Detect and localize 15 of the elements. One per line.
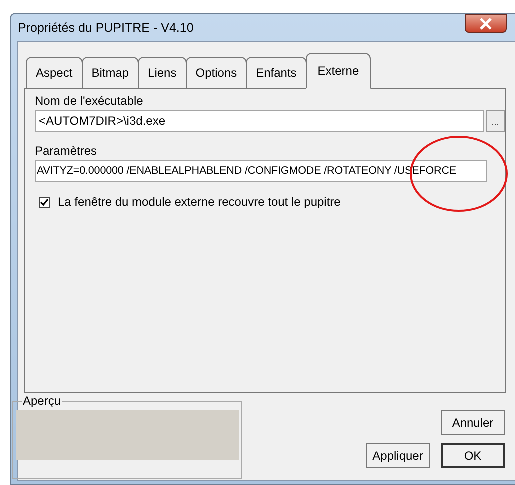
checkbox-label: La fenêtre du module externe recouvre tout le pupitre [58,195,341,209]
window-title: Propriétés du PUPITRE - V4.10 [17,20,194,34]
ok-button[interactable]: OK [441,443,505,468]
executable-field[interactable]: <AUTOM7DIR>\i3d.exe [35,110,484,132]
tab[interactable]: Aspect [26,57,83,88]
close-button[interactable] [465,14,507,33]
tab[interactable]: Externe [306,53,372,89]
checkbox[interactable] [39,196,50,208]
browse-button[interactable]: ... [486,110,505,132]
field-label: Paramètres [35,144,98,158]
apply-button[interactable]: Appliquer [366,443,430,468]
group-label: Aperçu [22,394,62,408]
field-label: Nom de l'exécutable [35,94,144,108]
cancel-button[interactable]: Annuler [441,410,505,435]
close-icon [479,18,493,30]
